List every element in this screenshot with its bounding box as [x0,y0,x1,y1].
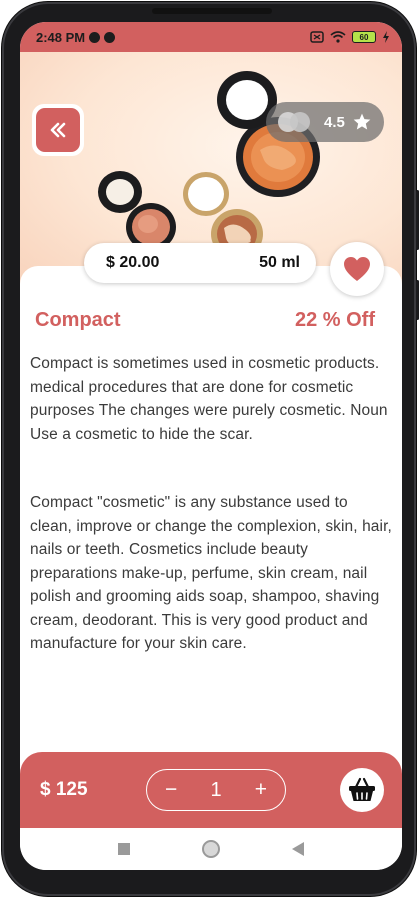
volume-button [416,190,419,250]
discount-label: 22 % Off [294,309,375,331]
rating-badge: 4.5 [266,102,384,142]
increase-button[interactable]: + [255,778,267,802]
app-screen: 2:48 PM 60 4.5 $ 20.00 50 ml Compact 22 … [20,22,402,870]
notification-icon [104,31,116,43]
decrease-button[interactable]: − [165,778,177,802]
reviewer-avatars [278,112,310,132]
product-header: Compact 22 % Off [35,309,375,332]
status-time: 2:48 PM [36,29,86,45]
favorite-button[interactable] [330,242,384,296]
heart-icon [344,257,370,281]
battery-icon: 60 [352,31,376,43]
cart-bar: $ 125 − 1 + [20,752,402,828]
wifi-icon [330,31,346,43]
speaker-grille [152,8,272,14]
back-button[interactable] [32,104,84,156]
status-bar: 2:48 PM 60 [20,22,402,52]
basket-icon [349,777,375,801]
system-nav-bar [20,828,402,870]
avatar [290,112,310,132]
status-icons: 60 [310,31,390,43]
notification-icon [89,31,101,43]
sim-icon [310,31,324,43]
cart-total: $ 125 [40,779,88,800]
product-price: $ 20.00 [106,254,160,271]
power-button [416,280,419,320]
recents-button[interactable] [118,843,130,855]
product-name: Compact [35,309,121,331]
system-back-button[interactable] [292,842,304,856]
home-button[interactable] [202,840,220,858]
product-volume: 50 ml [259,254,300,271]
product-description: Compact is sometimes used in cosmetic pr… [30,355,388,443]
quantity-value: 1 [210,778,222,801]
price-volume-pill: $ 20.00 50 ml [84,243,316,283]
star-icon [353,113,371,130]
charging-icon [383,31,389,43]
double-chevron-left-icon [50,122,66,138]
add-to-basket-button[interactable] [340,768,384,812]
quantity-stepper: − 1 + [146,769,286,811]
product-description: Compact "cosmetic" is any substance used… [30,494,392,652]
phone-frame: 2:48 PM 60 4.5 $ 20.00 50 ml Compact 22 … [2,2,416,896]
rating-value: 4.5 [324,113,345,131]
